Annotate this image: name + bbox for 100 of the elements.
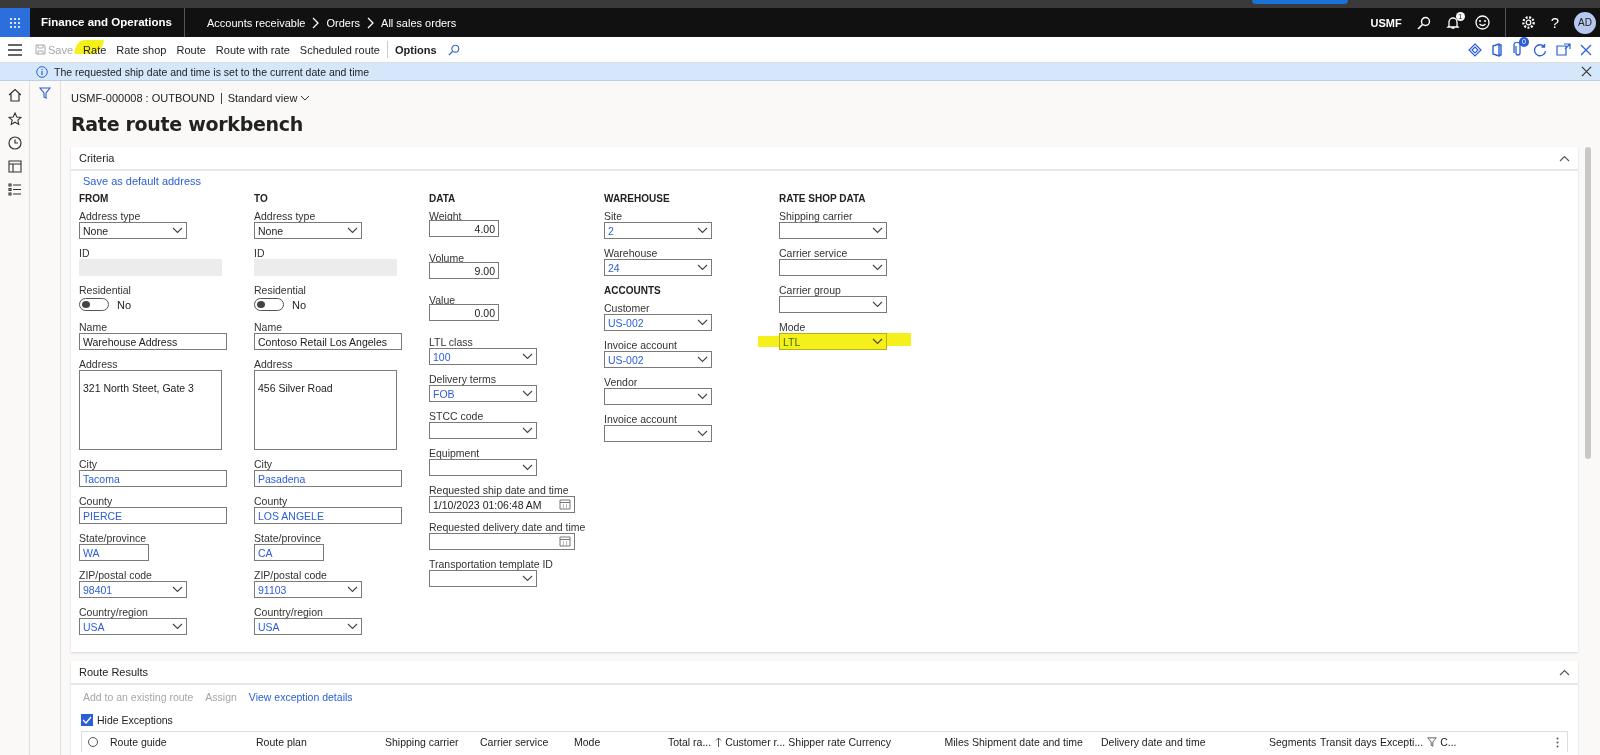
chevron-up-icon[interactable] xyxy=(1559,154,1570,162)
dropdown-field[interactable]: 98401 xyxy=(79,581,187,598)
section-title[interactable]: Route Results xyxy=(79,666,149,678)
smiley-icon[interactable] xyxy=(1474,15,1490,30)
dropdown-field[interactable]: None xyxy=(254,222,362,239)
column-header[interactable]: Shipping carrier xyxy=(385,736,480,748)
action-link[interactable]: View exception details xyxy=(248,691,353,705)
toolbar-button[interactable]: Route with rate xyxy=(210,37,295,62)
dropdown-field[interactable]: USA xyxy=(254,618,362,635)
column-header[interactable]: Customer r... xyxy=(725,736,789,748)
more-options-icon[interactable] xyxy=(1556,736,1559,748)
field-label: Invoice account xyxy=(604,339,677,351)
input-field[interactable]: WA xyxy=(79,544,149,561)
chevron-right-icon xyxy=(312,16,320,29)
column-header[interactable]: C... xyxy=(1440,736,1481,748)
open-new-window-icon[interactable] xyxy=(1556,43,1571,56)
dropdown-field[interactable]: 24 xyxy=(604,259,712,276)
close-icon[interactable] xyxy=(1581,66,1592,77)
breadcrumb-link[interactable]: Orders xyxy=(326,16,361,29)
dropdown-field[interactable]: US-002 xyxy=(604,314,712,331)
diamond-icon[interactable] xyxy=(1468,42,1482,57)
column-header[interactable]: Miles xyxy=(944,736,972,748)
home-icon[interactable] xyxy=(7,88,22,102)
toolbar-button[interactable]: Rate shop xyxy=(111,37,172,62)
column-header[interactable]: Shipper rate xyxy=(788,736,849,748)
column-header[interactable]: Segments xyxy=(1269,736,1320,748)
input-field[interactable]: Contoso Retail Los Angeles xyxy=(254,333,402,350)
dropdown-field[interactable] xyxy=(604,425,712,442)
section-title[interactable]: Criteria xyxy=(79,152,115,164)
input-field[interactable]: Tacoma xyxy=(79,470,227,487)
close-icon[interactable] xyxy=(1580,43,1592,56)
dropdown-field[interactable] xyxy=(429,570,537,587)
refresh-icon[interactable] xyxy=(1533,42,1547,57)
save-default-address-link[interactable]: Save as default address xyxy=(83,175,202,189)
attachment-icon[interactable] xyxy=(1512,42,1524,57)
dropdown-field[interactable]: 100 xyxy=(429,348,537,365)
help-button[interactable]: ? xyxy=(1550,14,1559,31)
toolbar-button[interactable]: Route xyxy=(171,37,211,62)
dropdown-field[interactable] xyxy=(779,259,887,276)
dropdown-field[interactable]: 2 xyxy=(604,222,712,239)
column-header[interactable]: Route guide xyxy=(110,736,256,748)
checkbox[interactable] xyxy=(81,714,93,726)
app-launcher-button[interactable] xyxy=(0,8,30,37)
dropdown-field[interactable] xyxy=(604,388,712,405)
office-icon[interactable] xyxy=(1491,42,1503,57)
column-header[interactable]: Delivery date and time xyxy=(1101,736,1269,748)
message-text: The requested ship date and time is set to the current date and time xyxy=(54,65,370,78)
dropdown-field[interactable]: None xyxy=(79,222,187,239)
column-header[interactable]: Transit days xyxy=(1320,736,1380,748)
dropdown-field[interactable]: 91103 xyxy=(254,581,362,598)
clock-icon[interactable] xyxy=(7,136,22,150)
toolbar-button[interactable]: Scheduled route xyxy=(294,37,385,62)
field-label: County xyxy=(254,495,288,507)
workspace-icon[interactable] xyxy=(7,160,22,173)
chevron-up-icon[interactable] xyxy=(1559,668,1570,676)
dropdown-field[interactable]: US-002 xyxy=(604,351,712,368)
settings-icon[interactable] xyxy=(1520,15,1536,30)
company-picker[interactable]: USMF xyxy=(1370,16,1402,29)
column-header[interactable]: Carrier service xyxy=(480,736,574,748)
input-field[interactable]: LOS ANGELE xyxy=(254,507,402,524)
list-icon[interactable] xyxy=(7,183,22,196)
column-header[interactable]: Total ra... xyxy=(668,736,726,748)
input-field[interactable]: Warehouse Address xyxy=(79,333,227,350)
chevron-down-icon xyxy=(522,390,533,397)
column-header[interactable]: Currency xyxy=(848,736,945,748)
column-header[interactable]: Excepti... xyxy=(1380,736,1441,748)
address-field[interactable]: 321 North Steet, Gate 3 xyxy=(79,370,222,450)
dropdown-field[interactable] xyxy=(429,459,537,476)
options-button[interactable]: Options xyxy=(389,37,442,62)
star-icon[interactable] xyxy=(7,112,22,126)
field-label: ZIP/postal code xyxy=(254,569,327,581)
toggle-switch[interactable] xyxy=(79,298,109,311)
date-field[interactable]: 1/10/2023 01:06:48 AM xyxy=(429,496,575,513)
input-field[interactable]: PIERCE xyxy=(79,507,227,524)
search-icon[interactable] xyxy=(1416,15,1431,30)
chevron-down-icon xyxy=(522,427,533,434)
input-field[interactable]: Pasadena xyxy=(254,470,402,487)
view-selector[interactable]: Standard view xyxy=(227,92,311,104)
breadcrumb-link[interactable]: All sales orders xyxy=(381,16,457,29)
column-header[interactable]: Mode xyxy=(574,736,668,748)
column-header[interactable]: Route plan xyxy=(256,736,385,748)
user-avatar[interactable]: AD xyxy=(1574,11,1596,34)
input-field[interactable]: CA xyxy=(254,544,324,561)
dropdown-field[interactable] xyxy=(779,222,887,239)
dropdown-field[interactable] xyxy=(779,296,887,313)
dropdown-field[interactable]: FOB xyxy=(429,385,537,402)
input-field[interactable]: 9.00 xyxy=(429,262,499,279)
chevron-down-icon xyxy=(697,393,708,400)
date-field[interactable] xyxy=(429,533,575,550)
dropdown-field[interactable] xyxy=(429,422,537,439)
chevron-down-icon xyxy=(872,227,883,234)
filter-icon[interactable] xyxy=(39,87,51,99)
toggle-switch[interactable] xyxy=(254,298,284,311)
breadcrumb-link[interactable]: Accounts receivable xyxy=(207,16,306,29)
address-field[interactable]: 456 Silver Road xyxy=(254,370,397,450)
dropdown-field[interactable]: USA xyxy=(79,618,187,635)
column-header[interactable]: Shipment date and time xyxy=(972,736,1101,748)
bell-icon[interactable] xyxy=(1445,15,1460,30)
input-field[interactable]: 0.00 xyxy=(429,304,499,321)
input-field[interactable]: 4.00 xyxy=(429,220,499,237)
